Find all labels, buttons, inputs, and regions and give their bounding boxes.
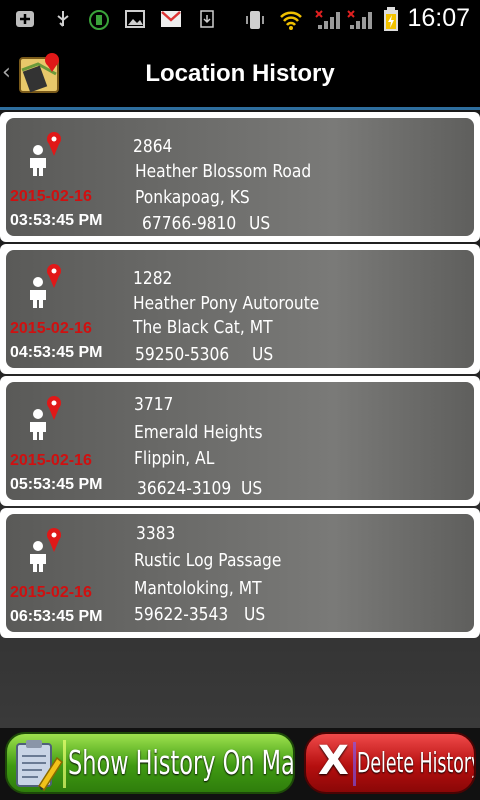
entry-house-number: 3717: [134, 394, 174, 415]
entry-zip: 59622-3543: [134, 604, 229, 625]
entry-date: 2015-02-16: [10, 188, 92, 205]
clock-time: 16:07: [407, 4, 470, 32]
entry-date: 2015-02-16: [10, 320, 92, 337]
entry-city-state: The Black Cat, MT: [133, 317, 273, 338]
title-bar: ‹ Location History: [0, 38, 480, 108]
entry-date: 2015-02-16: [10, 452, 92, 469]
show-map-label: Show History On Map: [68, 743, 295, 782]
wifi-icon: [278, 9, 302, 30]
gmail-icon: [160, 9, 182, 29]
battery-charging-icon: [380, 7, 402, 31]
list-item[interactable]: 2015-02-16 06:53:45 PM 3383 Rustic Log P…: [0, 508, 480, 638]
entry-country: US: [244, 604, 266, 625]
list-item[interactable]: 2015-02-16 03:53:45 PM 2864 Heather Blos…: [0, 112, 480, 242]
divider: [353, 742, 356, 786]
delete-x-icon: X: [318, 738, 349, 784]
person-location-icon: [30, 264, 61, 308]
battery-app-icon: [88, 9, 110, 30]
entry-date: 2015-02-16: [10, 584, 92, 601]
delete-history-button[interactable]: X Delete History: [304, 732, 476, 794]
entry-street: Emerald Heights: [134, 422, 263, 443]
picture-icon: [124, 9, 146, 29]
entry-time: 06:53:45 PM: [10, 608, 103, 625]
divider: [63, 740, 66, 788]
entry-country: US: [249, 213, 271, 234]
entry-time: 05:53:45 PM: [10, 476, 103, 493]
usb-icon: [52, 9, 74, 29]
entry-city-state: Ponkapoag, KS: [135, 187, 250, 208]
list-item[interactable]: 2015-02-16 05:53:45 PM 3717 Emerald Heig…: [0, 376, 480, 506]
download-icon: [196, 9, 218, 29]
entry-house-number: 1282: [133, 268, 173, 289]
entry-street: Rustic Log Passage: [134, 550, 282, 571]
entry-zip: 59250-5306: [135, 344, 230, 365]
add-icon: [14, 9, 36, 29]
entry-zip: 67766-9810: [142, 213, 237, 234]
signal-icon: [346, 9, 374, 29]
entry-street: Heather Pony Autoroute: [133, 293, 320, 314]
entry-time: 03:53:45 PM: [10, 212, 103, 229]
entry-city-state: Flippin, AL: [134, 448, 215, 469]
entry-time: 04:53:45 PM: [10, 344, 103, 361]
entry-zip: 36624-3109: [137, 478, 232, 499]
person-location-icon: [30, 396, 61, 440]
entry-city-state: Mantoloking, MT: [134, 578, 262, 599]
person-location-icon: [30, 132, 61, 176]
page-title: Location History: [145, 60, 335, 87]
person-location-icon: [30, 528, 61, 572]
entry-house-number: 2864: [133, 136, 173, 157]
signal-icon: [314, 9, 342, 29]
status-bar: 16:07: [0, 0, 480, 38]
entry-country: US: [252, 344, 274, 365]
list-item[interactable]: 2015-02-16 04:53:45 PM 1282 Heather Pony…: [0, 244, 480, 374]
history-list[interactable]: 2015-02-16 03:53:45 PM 2864 Heather Blos…: [0, 110, 480, 728]
entry-country: US: [241, 478, 263, 499]
entry-house-number: 3383: [136, 523, 176, 544]
entry-street: Heather Blossom Road: [135, 161, 312, 182]
show-history-on-map-button[interactable]: Show History On Map: [5, 732, 295, 794]
map-clipboard-icon: [16, 740, 63, 792]
vibrate-icon: [244, 9, 266, 29]
delete-history-label: Delete History: [357, 746, 476, 779]
